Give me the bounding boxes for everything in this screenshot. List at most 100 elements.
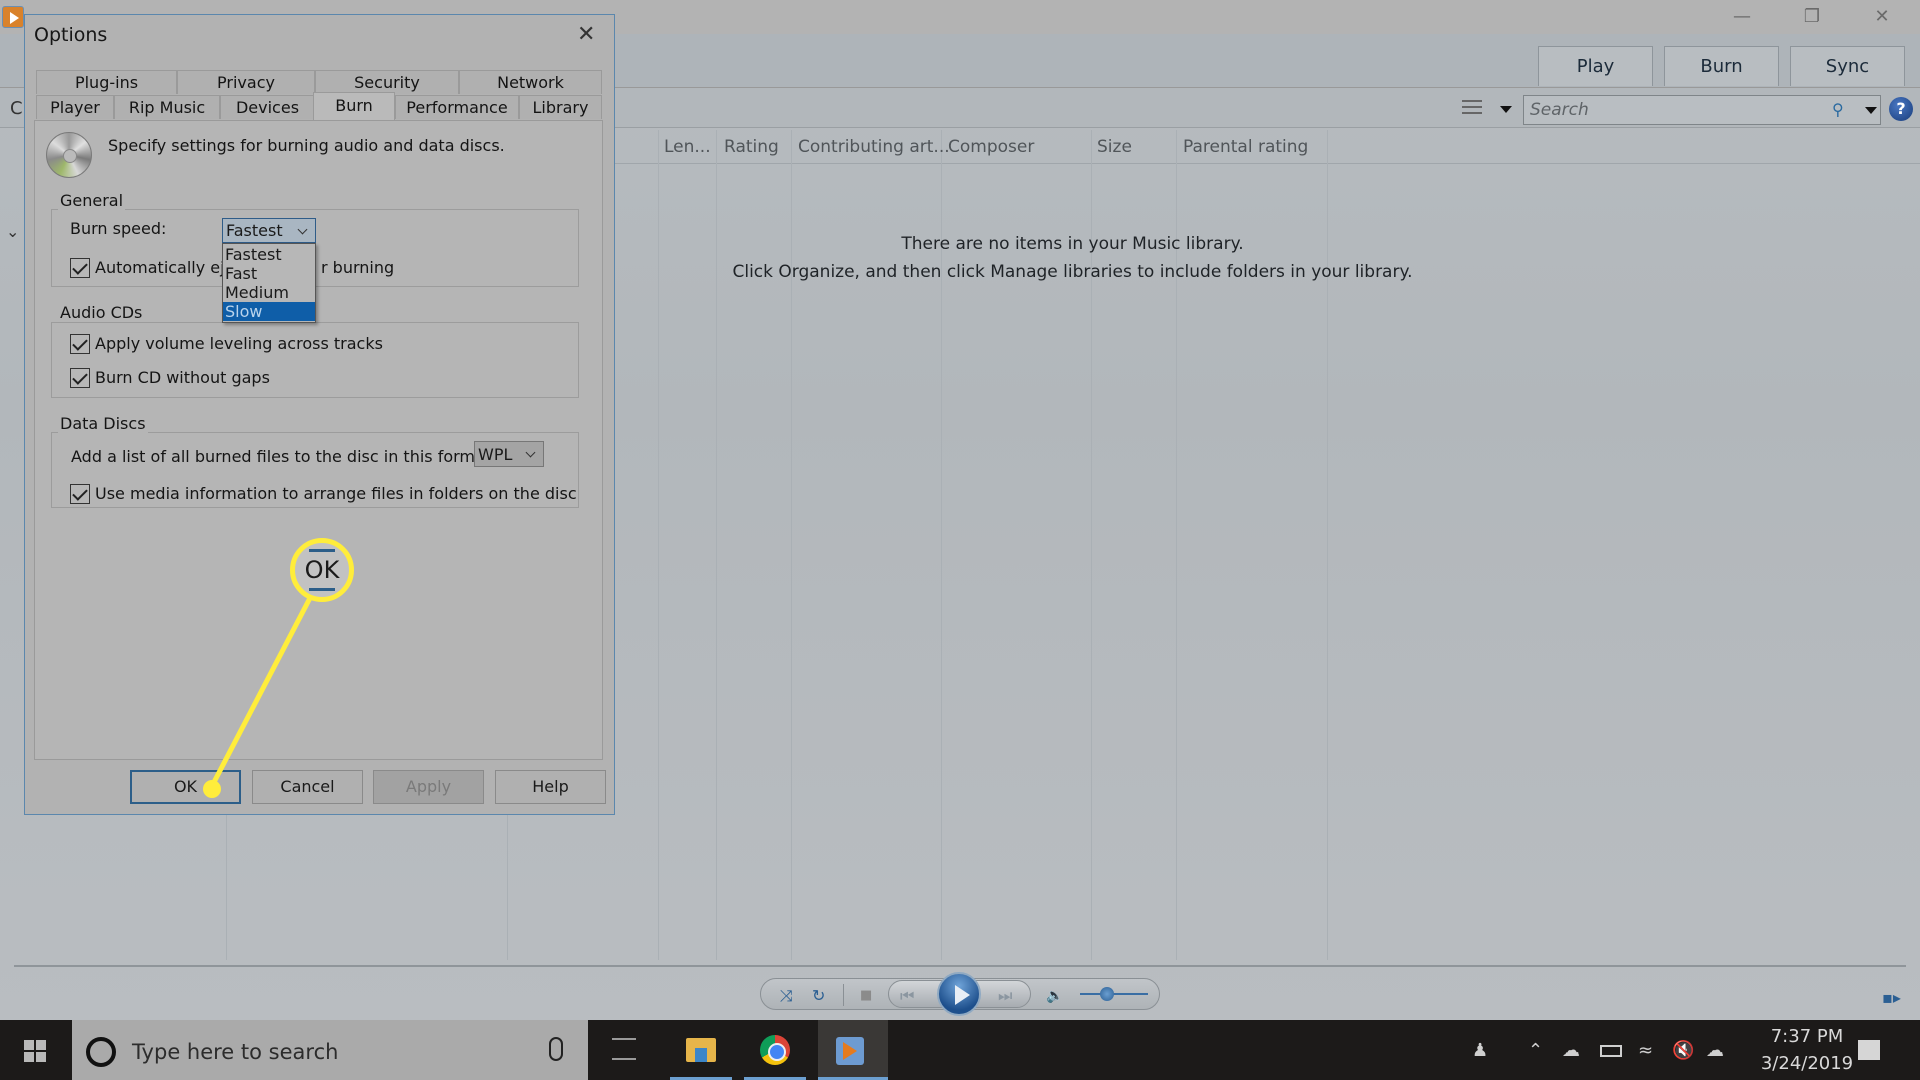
data-discs-group-label: Data Discs (58, 414, 148, 433)
auto-eject-checkbox[interactable] (70, 258, 90, 278)
chrome-icon[interactable] (760, 1035, 790, 1065)
volume-leveling-label[interactable]: Apply volume leveling across tracks (95, 334, 383, 353)
tab-player[interactable]: Player (36, 95, 114, 119)
action-center-icon[interactable] (1858, 1040, 1880, 1060)
close-button[interactable]: ✕ (1852, 4, 1912, 30)
search-placeholder: Search (1530, 100, 1589, 120)
burn-description: Specify settings for burning audio and d… (108, 136, 505, 155)
burn-speed-value: Fastest (226, 221, 283, 240)
tab-library[interactable]: Library (519, 95, 602, 119)
microphone-icon[interactable] (549, 1037, 563, 1061)
chevron-down-icon (297, 224, 308, 235)
tab-sync[interactable]: Sync (1790, 46, 1905, 86)
minimize-button[interactable]: — (1712, 4, 1772, 30)
media-info-label[interactable]: Use media information to arrange files i… (95, 484, 577, 503)
tab-devices[interactable]: Devices (220, 95, 315, 119)
tab-performance[interactable]: Performance (395, 95, 519, 119)
seek-bar[interactable] (14, 965, 1906, 967)
burn-without-gaps-checkbox[interactable] (70, 368, 90, 388)
column-header-length[interactable]: Len... (664, 137, 711, 157)
callout-magnifier-ok: OK (290, 538, 354, 602)
volume-icon[interactable]: 🔉 (1046, 988, 1063, 1004)
previous-icon[interactable]: ⏮ (900, 986, 914, 1006)
burn-speed-options-list: Fastest Fast Medium Slow (222, 243, 316, 323)
ok-button[interactable]: OK (130, 770, 241, 804)
burn-speed-option-medium[interactable]: Medium (223, 283, 315, 302)
tab-plug-ins[interactable]: Plug-ins (36, 70, 177, 94)
apply-button[interactable]: Apply (373, 770, 484, 804)
task-view-icon[interactable] (612, 1038, 636, 1060)
column-header-parental-rating[interactable]: Parental rating (1183, 137, 1308, 157)
auto-eject-label-left[interactable]: Automatically ejec (95, 258, 243, 277)
playlist-format-dropdown[interactable]: WPL (474, 441, 544, 467)
column-header-size[interactable]: Size (1097, 137, 1132, 157)
cortana-icon[interactable] (86, 1037, 116, 1067)
media-info-checkbox[interactable] (70, 484, 90, 504)
play-button[interactable] (937, 972, 981, 1016)
column-divider (1176, 130, 1177, 960)
taskbar-search-placeholder[interactable]: Type here to search (132, 1040, 338, 1064)
onedrive-icon[interactable]: ☁ (1562, 1040, 1580, 1061)
playlist-format-value: WPL (478, 445, 513, 464)
stop-icon[interactable]: ■ (860, 988, 872, 1003)
switch-to-now-playing-icon[interactable]: ▪▸ (1882, 988, 1901, 1007)
windows-media-player-icon[interactable] (836, 1037, 864, 1065)
volume-leveling-checkbox[interactable] (70, 334, 90, 354)
cancel-button[interactable]: Cancel (252, 770, 363, 804)
view-options-icon[interactable] (1462, 98, 1484, 118)
column-header-composer[interactable]: Composer (948, 137, 1034, 157)
column-divider (716, 130, 717, 960)
tab-burn-active[interactable]: Burn (313, 92, 395, 120)
dialog-title: Options (34, 24, 108, 46)
search-icon[interactable]: ⚲ (1832, 100, 1852, 120)
burn-speed-dropdown[interactable]: Fastest (222, 218, 316, 243)
general-group-label: General (58, 191, 126, 210)
tab-privacy[interactable]: Privacy (177, 70, 315, 94)
chevron-down-icon (525, 447, 536, 458)
tab-network[interactable]: Network (459, 70, 602, 94)
next-icon[interactable]: ⏭ (998, 986, 1012, 1006)
column-header-rating[interactable]: Rating (724, 137, 779, 157)
tab-security[interactable]: Security (315, 70, 459, 94)
wifi-icon[interactable]: ≈ (1638, 1040, 1653, 1061)
upload-icon[interactable]: ☁ (1706, 1040, 1724, 1061)
windows-logo-icon (36, 1052, 46, 1062)
column-divider (1327, 130, 1328, 960)
tab-rip-music[interactable]: Rip Music (114, 95, 220, 119)
column-divider (791, 130, 792, 960)
windows-logo-icon (36, 1040, 46, 1050)
help-icon[interactable]: ? (1889, 97, 1913, 121)
burn-without-gaps-label[interactable]: Burn CD without gaps (95, 368, 270, 387)
burn-speed-label: Burn speed: (70, 219, 167, 238)
tab-burn[interactable]: Burn (1664, 46, 1779, 86)
cd-disc-icon (46, 132, 92, 178)
help-button[interactable]: Help (495, 770, 606, 804)
burn-speed-option-fastest[interactable]: Fastest (223, 245, 315, 264)
clock-time[interactable]: 7:37 PM (1752, 1026, 1862, 1047)
controls-divider (843, 984, 844, 1006)
repeat-icon[interactable]: ↻ (812, 986, 825, 1005)
burn-speed-option-slow[interactable]: Slow (223, 302, 315, 321)
burn-speed-option-fast[interactable]: Fast (223, 264, 315, 283)
column-header-contributing-artist[interactable]: Contributing art... (798, 137, 950, 157)
wmp-app-icon (2, 6, 24, 28)
column-divider (941, 130, 942, 960)
chevron-down-icon[interactable]: ⌄ (6, 222, 19, 241)
auto-eject-label-right[interactable]: r burning (321, 258, 394, 277)
start-button[interactable] (0, 1020, 72, 1080)
dialog-close-icon[interactable]: ✕ (577, 22, 595, 47)
chevron-up-icon[interactable]: ⌃ (1528, 1040, 1543, 1061)
people-icon[interactable]: ♟ (1472, 1040, 1488, 1061)
file-explorer-icon[interactable] (686, 1038, 716, 1062)
view-options-dropdown-icon[interactable] (1500, 106, 1512, 113)
organize-fragment[interactable]: C (10, 98, 23, 119)
restore-button[interactable]: ❐ (1782, 4, 1842, 30)
search-input[interactable]: Search (1523, 95, 1881, 125)
clock-date[interactable]: 3/24/2019 (1745, 1053, 1869, 1074)
tab-play[interactable]: Play (1538, 46, 1653, 86)
shuffle-icon[interactable]: ⤨ (780, 986, 793, 1006)
empty-library-hint: Click Organize, and then click Manage li… (732, 262, 1413, 282)
mute-icon[interactable]: 🔇 (1672, 1040, 1694, 1061)
battery-icon[interactable] (1600, 1045, 1622, 1057)
search-dropdown-icon[interactable] (1865, 107, 1877, 114)
